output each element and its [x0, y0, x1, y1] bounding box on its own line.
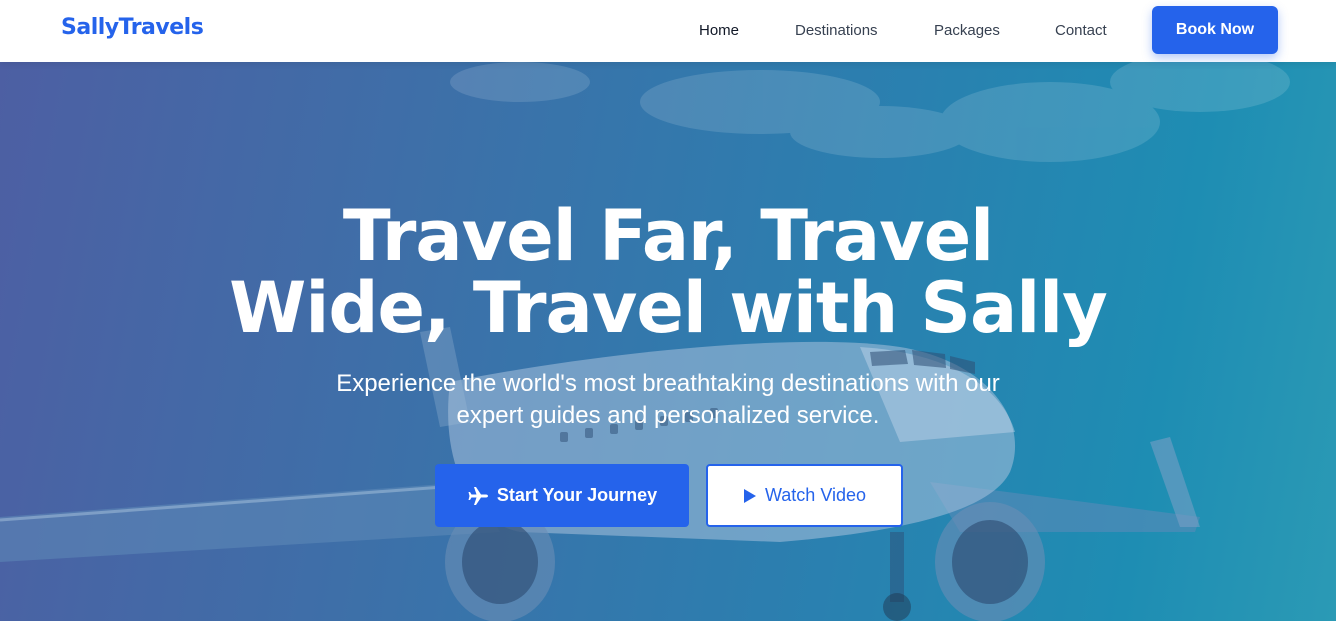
nav-link-contact[interactable]: Contact: [1055, 22, 1107, 39]
plane-icon: [467, 486, 489, 506]
nav-link-home[interactable]: Home: [699, 22, 739, 39]
play-icon: [743, 488, 757, 504]
start-your-journey-button[interactable]: Start Your Journey: [435, 464, 689, 527]
watch-video-label: Watch Video: [764, 485, 867, 505]
hero-section: Travel Far, Travel Wide, Travel with Sal…: [0, 62, 1336, 621]
top-navbar: SallyTravels Home Destinations Packages …: [0, 0, 1336, 62]
hero-subtitle: Experience the world's most breathtaking…: [336, 370, 1000, 429]
nav-link-destinations[interactable]: Destinations: [795, 22, 878, 39]
main-nav: Home Destinations Packages Contact: [0, 0, 1336, 62]
hero-title: Travel Far, Travel Wide, Travel with Sal…: [0, 200, 1336, 344]
hero-title-line-2: Wide, Travel with Sally: [229, 267, 1108, 349]
watch-video-button[interactable]: Watch Video: [706, 464, 903, 527]
nav-link-packages[interactable]: Packages: [934, 22, 1000, 39]
book-now-button[interactable]: Book Now: [1152, 6, 1278, 54]
hero-title-line-1: Travel Far, Travel: [342, 195, 994, 277]
start-your-journey-label: Start Your Journey: [496, 485, 658, 505]
